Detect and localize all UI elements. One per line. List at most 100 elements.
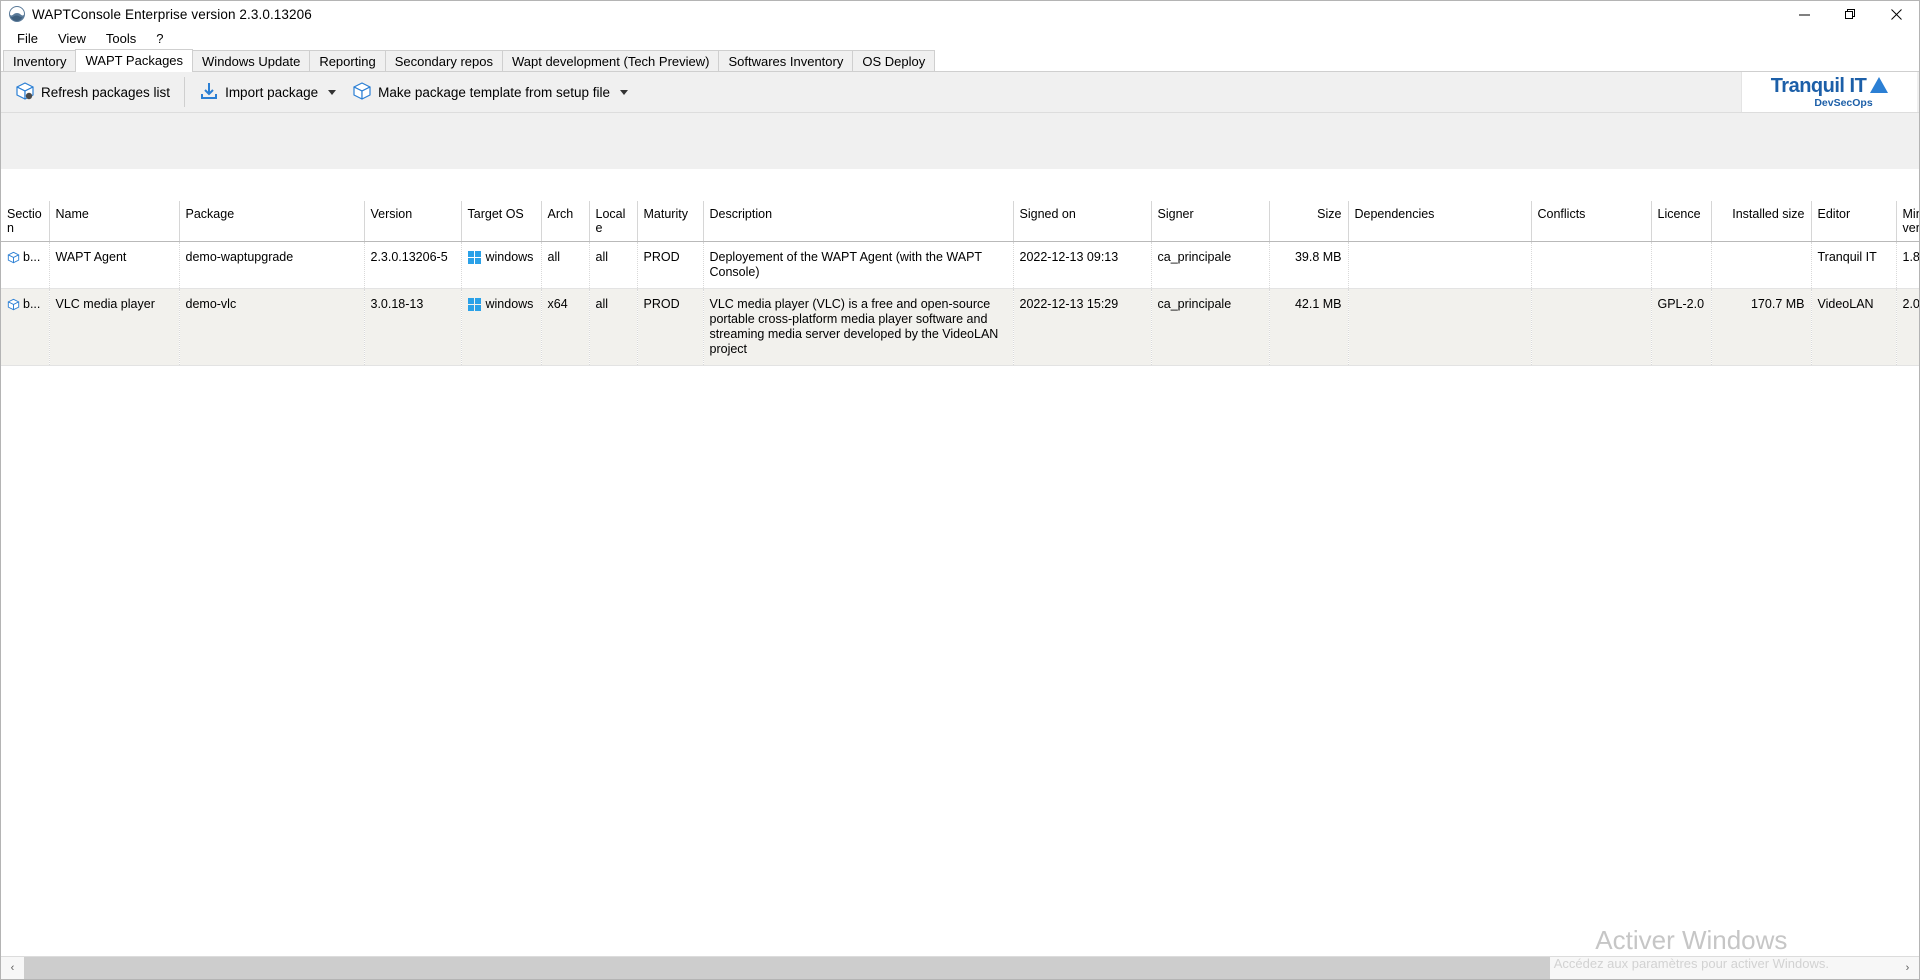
- cell-size: 39.8 MB: [1269, 241, 1349, 289]
- windows-logo-icon: [467, 250, 481, 264]
- import-package-button[interactable]: Import package: [191, 75, 344, 109]
- make-package-template-button[interactable]: Make package template from setup file: [344, 75, 636, 109]
- logo-main-text: Tranquil IT: [1770, 74, 1867, 97]
- tab-inventory[interactable]: Inventory: [3, 50, 77, 71]
- refresh-packages-list-label: Refresh packages list: [41, 84, 171, 100]
- tab-windows-update[interactable]: Windows Update: [192, 50, 311, 71]
- tranquil-it-logo: Tranquil IT DevSecOps: [1741, 72, 1917, 112]
- tab-os-deploy[interactable]: OS Deploy: [852, 50, 936, 71]
- column-header-dependencies[interactable]: Dependencies: [1348, 201, 1532, 242]
- column-header-description[interactable]: Description: [703, 201, 1014, 242]
- column-header-target_os[interactable]: Target OS: [461, 201, 542, 242]
- logo-sub-text: DevSecOps: [1814, 96, 1873, 109]
- tab-wapt-development[interactable]: Wapt development (Tech Preview): [501, 50, 720, 71]
- cell-signer: ca_principale: [1151, 288, 1270, 366]
- scrollbar-thumb[interactable]: [24, 957, 1550, 979]
- table-row[interactable]: b... VLC media player demo-vlc 3.0.18-13 win…: [1, 288, 1919, 366]
- cell-dependencies: [1348, 288, 1532, 366]
- menu-item-view[interactable]: View: [48, 29, 96, 48]
- column-header-installed_size[interactable]: Installed size: [1711, 201, 1812, 242]
- cell-name: WAPT Agent: [49, 241, 180, 289]
- column-header-size[interactable]: Size: [1269, 201, 1349, 242]
- table-row[interactable]: b... WAPT Agent demo-waptupgrade 2.3.0.1320…: [1, 241, 1919, 289]
- cell-signed_on: 2022-12-13 09:13: [1013, 241, 1152, 289]
- cell-installed_size: 170.7 MB: [1711, 288, 1812, 366]
- packages-table: Section Name Package Version Target OS Arch Lo…: [1, 201, 1919, 366]
- cell-min_version: 1.8: [1896, 241, 1919, 289]
- logo-main-row: Tranquil IT: [1771, 76, 1889, 96]
- cell-maturity: PROD: [637, 241, 704, 289]
- tab-softwares-inventory[interactable]: Softwares Inventory: [718, 50, 854, 71]
- cell-target_os: windows: [461, 288, 542, 366]
- cell-target_os: windows: [461, 241, 542, 289]
- column-header-signed_on[interactable]: Signed on: [1013, 201, 1152, 242]
- column-header-min_version[interactable]: Min vers: [1896, 201, 1919, 242]
- cell-signer: ca_principale: [1151, 241, 1270, 289]
- make-package-template-label: Make package template from setup file: [378, 84, 610, 100]
- packages-grid[interactable]: Section Name Package Version Target OS Arch Lo…: [1, 201, 1919, 955]
- import-package-label: Import package: [225, 84, 319, 100]
- column-header-package[interactable]: Package: [179, 201, 365, 242]
- column-header-signer[interactable]: Signer: [1151, 201, 1270, 242]
- section-cell: b...: [7, 250, 43, 265]
- cell-arch: x64: [541, 288, 590, 366]
- refresh-packages-list-button[interactable]: Refresh packages list: [7, 75, 178, 109]
- cell-section: b...: [1, 241, 50, 289]
- target-os-label: windows: [485, 249, 534, 264]
- section-label: b...: [23, 249, 41, 264]
- chevron-down-icon[interactable]: [328, 89, 337, 95]
- tab-reporting[interactable]: Reporting: [309, 50, 386, 71]
- window-title: WAPTConsole Enterprise version 2.3.0.132…: [32, 6, 312, 22]
- packages-table-body: b... WAPT Agent demo-waptupgrade 2.3.0.1320…: [1, 241, 1919, 366]
- column-header-editor[interactable]: Editor: [1811, 201, 1897, 242]
- chevron-down-icon[interactable]: [620, 89, 628, 95]
- cell-dependencies: [1348, 241, 1532, 289]
- column-header-locale[interactable]: Locale: [589, 201, 638, 242]
- title-bar: WAPTConsole Enterprise version 2.3.0.132…: [1, 1, 1919, 27]
- package-box-icon: [7, 298, 20, 311]
- menu-bar: File View Tools ?: [1, 27, 1919, 49]
- column-header-arch[interactable]: Arch: [541, 201, 590, 242]
- cell-locale: all: [589, 241, 638, 289]
- package-box-icon: [352, 81, 372, 104]
- scroll-left-arrow-icon[interactable]: ‹: [1, 957, 24, 979]
- table-header-row: Section Name Package Version Target OS Arch Lo…: [1, 201, 1919, 242]
- cell-size: 42.1 MB: [1269, 288, 1349, 366]
- window-controls: [1781, 1, 1919, 27]
- column-header-conflicts[interactable]: Conflicts: [1531, 201, 1652, 242]
- column-header-section[interactable]: Section: [1, 201, 50, 242]
- cell-section: b...: [1, 288, 50, 366]
- scrollbar-track[interactable]: [24, 957, 1896, 979]
- cell-installed_size: [1711, 241, 1812, 289]
- minimize-button[interactable]: [1781, 1, 1827, 27]
- filter-bar: Last version only Filter packages Show H…: [1, 113, 1919, 265]
- column-header-name[interactable]: Name: [49, 201, 180, 242]
- cell-editor: VideoLAN: [1811, 288, 1897, 366]
- column-header-maturity[interactable]: Maturity: [637, 201, 704, 242]
- column-header-licence[interactable]: Licence: [1651, 201, 1712, 242]
- wapt-app-icon: [8, 5, 26, 23]
- tab-secondary-repos[interactable]: Secondary repos: [384, 50, 503, 71]
- scroll-right-arrow-icon[interactable]: ›: [1896, 957, 1919, 979]
- menu-item-help[interactable]: ?: [146, 29, 173, 48]
- cell-locale: all: [589, 288, 638, 366]
- menu-item-tools[interactable]: Tools: [96, 29, 146, 48]
- cell-version: 2.3.0.13206-5: [364, 241, 462, 289]
- tab-wapt-packages[interactable]: WAPT Packages: [75, 49, 194, 72]
- close-button[interactable]: [1873, 1, 1919, 27]
- toolbar-separator: [184, 77, 186, 107]
- main-tab-strip: Inventory WAPT Packages Windows Update R…: [1, 49, 1919, 72]
- cell-maturity: PROD: [637, 288, 704, 366]
- cell-description: VLC media player (VLC) is a free and ope…: [703, 288, 1014, 366]
- horizontal-scrollbar[interactable]: ‹ ›: [1, 956, 1919, 979]
- cell-min_version: 2.0: [1896, 288, 1919, 366]
- column-header-version[interactable]: Version: [364, 201, 462, 242]
- maximize-restore-button[interactable]: [1827, 1, 1873, 27]
- cell-licence: [1651, 241, 1712, 289]
- section-label: b...: [23, 296, 41, 311]
- cell-conflicts: [1531, 241, 1652, 289]
- packages-table-header: Section Name Package Version Target OS Arch Lo…: [1, 201, 1919, 242]
- menu-item-file[interactable]: File: [7, 29, 48, 48]
- cell-signed_on: 2022-12-13 15:29: [1013, 288, 1152, 366]
- section-cell: b...: [7, 297, 43, 312]
